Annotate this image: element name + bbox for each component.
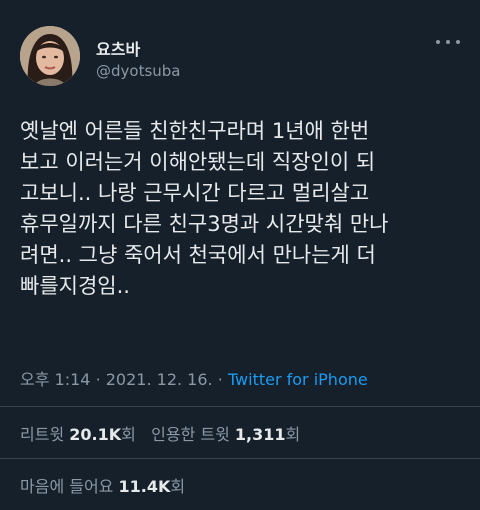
more-dot bbox=[446, 40, 450, 44]
more-horizontal-icon[interactable] bbox=[436, 34, 460, 50]
display-name[interactable]: 요츠바 bbox=[96, 36, 140, 60]
tweet-client-link[interactable]: Twitter for iPhone bbox=[228, 370, 368, 389]
retweet-stat[interactable]: 리트윗 20.1K회 bbox=[20, 425, 136, 444]
tweet-text: 옛날엔 어른들 친한친구라며 1년애 한번 보고 이러는거 이해안됐는데 직장인… bbox=[20, 119, 389, 298]
tweet-date[interactable]: 2021. 12. 16. bbox=[106, 370, 213, 389]
retweet-count: 20.1K bbox=[69, 425, 122, 444]
avatar-image bbox=[20, 26, 80, 86]
meta-separator: · bbox=[95, 370, 101, 389]
avatar[interactable] bbox=[20, 26, 80, 86]
quote-unit: 회 bbox=[285, 425, 301, 444]
more-dot bbox=[436, 40, 440, 44]
retweet-quote-stats: 리트윗 20.1K회 인용한 트윗 1,311회 bbox=[20, 421, 300, 445]
quote-label: 인용한 트윗 bbox=[151, 425, 230, 444]
more-dot bbox=[456, 40, 460, 44]
quote-count: 1,311 bbox=[234, 425, 286, 444]
retweet-unit: 회 bbox=[121, 425, 136, 444]
like-stats: 마음에 들어요 11.4K회 bbox=[20, 473, 185, 497]
user-handle[interactable]: @dyotsuba bbox=[96, 62, 181, 80]
retweet-label: 리트윗 bbox=[20, 425, 65, 444]
like-unit: 회 bbox=[170, 477, 186, 496]
tweet-time[interactable]: 오후 1:14 bbox=[20, 370, 90, 389]
like-label: 마음에 들어요 bbox=[20, 477, 114, 496]
meta-separator: · bbox=[217, 370, 223, 389]
divider bbox=[0, 406, 480, 407]
like-count: 11.4K bbox=[118, 477, 171, 496]
quote-stat[interactable]: 인용한 트윗 1,311회 bbox=[151, 425, 300, 444]
divider bbox=[0, 458, 480, 459]
like-stat[interactable]: 마음에 들어요 11.4K회 bbox=[20, 477, 185, 496]
tweet-meta: 오후 1:14 · 2021. 12. 16. · Twitter for iP… bbox=[20, 366, 368, 390]
